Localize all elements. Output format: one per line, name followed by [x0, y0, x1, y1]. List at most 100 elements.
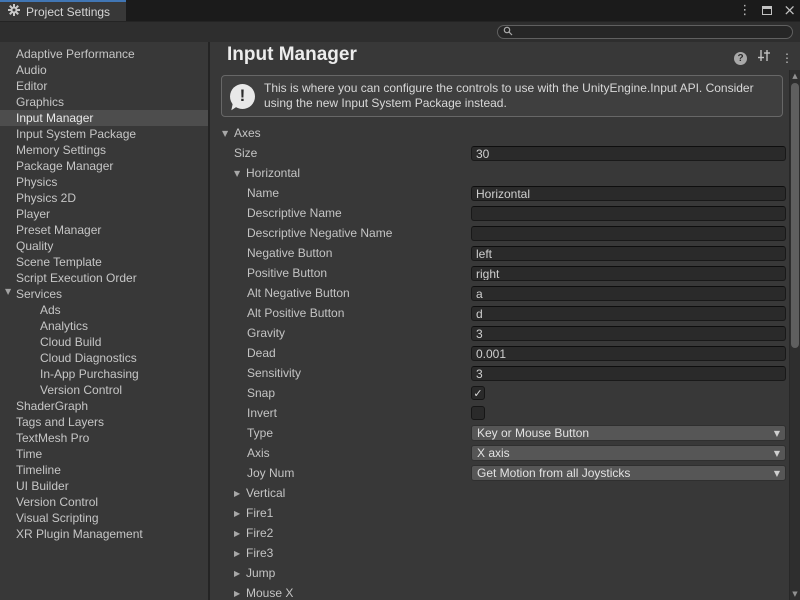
- sidebar-item-input-manager[interactable]: Input Manager: [0, 110, 208, 126]
- sidebar-item-memory-settings[interactable]: Memory Settings: [0, 142, 208, 158]
- vertical-scrollbar[interactable]: ▲ ▼: [789, 70, 800, 600]
- sidebar-item-cloud-build[interactable]: Cloud Build: [0, 334, 208, 350]
- sidebar-item-adaptive-performance[interactable]: Adaptive Performance: [0, 46, 208, 62]
- field-alt-negative-button[interactable]: a: [471, 286, 786, 301]
- checkbox-invert[interactable]: ✓: [471, 406, 485, 420]
- sidebar-item-script-execution-order[interactable]: Script Execution Order: [0, 270, 208, 286]
- sidebar-item-physics-2d[interactable]: Physics 2D: [0, 190, 208, 206]
- sidebar-item-scene-template[interactable]: Scene Template: [0, 254, 208, 270]
- scroll-up-icon[interactable]: ▲: [790, 72, 800, 80]
- sidebar-item-ui-builder[interactable]: UI Builder: [0, 478, 208, 494]
- foldout-arrow-icon[interactable]: ▶: [234, 529, 246, 538]
- row-label: Descriptive Name: [247, 206, 342, 220]
- sidebar-item-label: Editor: [0, 79, 47, 93]
- field-positive-button[interactable]: right: [471, 266, 786, 281]
- sidebar-item-editor[interactable]: Editor: [0, 78, 208, 94]
- row-alt-negative-button: Alt Negative Button a: [210, 283, 789, 303]
- maximize-icon[interactable]: [762, 6, 772, 15]
- sidebar-item-time[interactable]: Time: [0, 446, 208, 462]
- sidebar-item-label: Version Control: [0, 383, 122, 397]
- close-icon[interactable]: ×: [783, 3, 796, 18]
- sidebar-item-textmesh-pro[interactable]: TextMesh Pro: [0, 430, 208, 446]
- foldout-arrow-icon[interactable]: ▶: [234, 549, 246, 558]
- field-alt-positive-button[interactable]: d: [471, 306, 786, 321]
- row-fire2: ▶ Fire2: [210, 523, 789, 543]
- row-label: Alt Positive Button: [247, 306, 344, 320]
- sidebar-item-label: Adaptive Performance: [0, 47, 135, 61]
- row-label: Vertical: [246, 486, 285, 500]
- sidebar-item-in-app-purchasing[interactable]: In-App Purchasing: [0, 366, 208, 382]
- field-negative-button[interactable]: left: [471, 246, 786, 261]
- sidebar-item-version-control[interactable]: Version Control: [0, 494, 208, 510]
- tab-project-settings[interactable]: Project Settings: [0, 0, 126, 21]
- sidebar-item-audio[interactable]: Audio: [0, 62, 208, 78]
- project-settings-window: Project Settings ⋮ × Adaptive Performanc…: [0, 0, 800, 600]
- settings-sidebar: Adaptive Performance Audio Editor Graphi…: [0, 42, 210, 600]
- row-label: Alt Negative Button: [247, 286, 350, 300]
- field-descriptive-negative-name[interactable]: [471, 226, 786, 241]
- checkbox-snap[interactable]: ✓: [471, 386, 485, 400]
- sidebar-item-visual-scripting[interactable]: Visual Scripting: [0, 510, 208, 526]
- sidebar-item-shadergraph[interactable]: ShaderGraph: [0, 398, 208, 414]
- row-label: Jump: [246, 566, 275, 580]
- row-label: Joy Num: [247, 466, 294, 480]
- row-mouse-x: ▶ Mouse X: [210, 583, 789, 600]
- field-size[interactable]: 30: [471, 146, 786, 161]
- help-icon[interactable]: ?: [734, 52, 747, 65]
- sidebar-item-label: Input System Package: [0, 127, 136, 141]
- preset-icon[interactable]: [757, 49, 771, 67]
- row-label: Type: [247, 426, 273, 440]
- field-sensitivity[interactable]: 3: [471, 366, 786, 381]
- dropdown-joy-num[interactable]: Get Motion from all Joysticks ▼: [471, 465, 786, 481]
- window-menu-icon[interactable]: ⋮: [738, 3, 751, 18]
- foldout-arrow-icon[interactable]: ▶: [234, 489, 246, 498]
- sidebar-item-quality[interactable]: Quality: [0, 238, 208, 254]
- foldout-arrow-icon[interactable]: ▼: [234, 169, 246, 178]
- content-area: Adaptive Performance Audio Editor Graphi…: [0, 42, 800, 600]
- search-input[interactable]: [513, 26, 787, 38]
- dropdown-value: X axis: [477, 446, 774, 460]
- sidebar-item-input-system-package[interactable]: Input System Package: [0, 126, 208, 142]
- info-text: This is where you can configure the cont…: [264, 81, 774, 111]
- row-descriptive-negative-name: Descriptive Negative Name: [210, 223, 789, 243]
- search-box[interactable]: [497, 25, 793, 39]
- sidebar-item-player[interactable]: Player: [0, 206, 208, 222]
- scroll-down-icon[interactable]: ▼: [790, 590, 800, 598]
- row-label: Dead: [247, 346, 276, 360]
- chevron-down-icon: ▼: [774, 429, 780, 438]
- sidebar-item-graphics[interactable]: Graphics: [0, 94, 208, 110]
- sidebar-item-services[interactable]: ▼ Services: [0, 286, 208, 302]
- sidebar-item-version-control[interactable]: Version Control: [0, 382, 208, 398]
- sidebar-item-physics[interactable]: Physics: [0, 174, 208, 190]
- dropdown-value: Get Motion from all Joysticks: [477, 466, 774, 480]
- scrollbar-thumb[interactable]: [791, 83, 799, 348]
- sidebar-item-cloud-diagnostics[interactable]: Cloud Diagnostics: [0, 350, 208, 366]
- sidebar-item-xr-plugin-management[interactable]: XR Plugin Management: [0, 526, 208, 542]
- row-label: Negative Button: [247, 246, 332, 260]
- foldout-arrow-icon[interactable]: ▶: [234, 509, 246, 518]
- foldout-arrow-icon[interactable]: ▼: [222, 129, 234, 138]
- row-label: Name: [247, 186, 279, 200]
- sidebar-item-analytics[interactable]: Analytics: [0, 318, 208, 334]
- dropdown-axis[interactable]: X axis ▼: [471, 445, 786, 461]
- sidebar-item-preset-manager[interactable]: Preset Manager: [0, 222, 208, 238]
- main-header: Input Manager ? ⋮: [210, 42, 800, 70]
- sidebar-item-label: Physics 2D: [0, 191, 76, 205]
- sidebar-item-ads[interactable]: Ads: [0, 302, 208, 318]
- field-dead[interactable]: 0.001: [471, 346, 786, 361]
- sidebar-item-tags-and-layers[interactable]: Tags and Layers: [0, 414, 208, 430]
- sidebar-item-package-manager[interactable]: Package Manager: [0, 158, 208, 174]
- more-icon[interactable]: ⋮: [781, 51, 793, 65]
- foldout-arrow-icon[interactable]: ▶: [234, 589, 246, 598]
- sidebar-item-timeline[interactable]: Timeline: [0, 462, 208, 478]
- field-descriptive-name[interactable]: [471, 206, 786, 221]
- row-descriptive-name: Descriptive Name: [210, 203, 789, 223]
- foldout-arrow-icon[interactable]: ▼: [5, 287, 11, 296]
- row-name: Name Horizontal: [210, 183, 789, 203]
- dropdown-type[interactable]: Key or Mouse Button ▼: [471, 425, 786, 441]
- foldout-arrow-icon[interactable]: ▶: [234, 569, 246, 578]
- toolbar: [0, 21, 800, 42]
- field-name[interactable]: Horizontal: [471, 186, 786, 201]
- sidebar-item-label: ShaderGraph: [0, 399, 88, 413]
- field-gravity[interactable]: 3: [471, 326, 786, 341]
